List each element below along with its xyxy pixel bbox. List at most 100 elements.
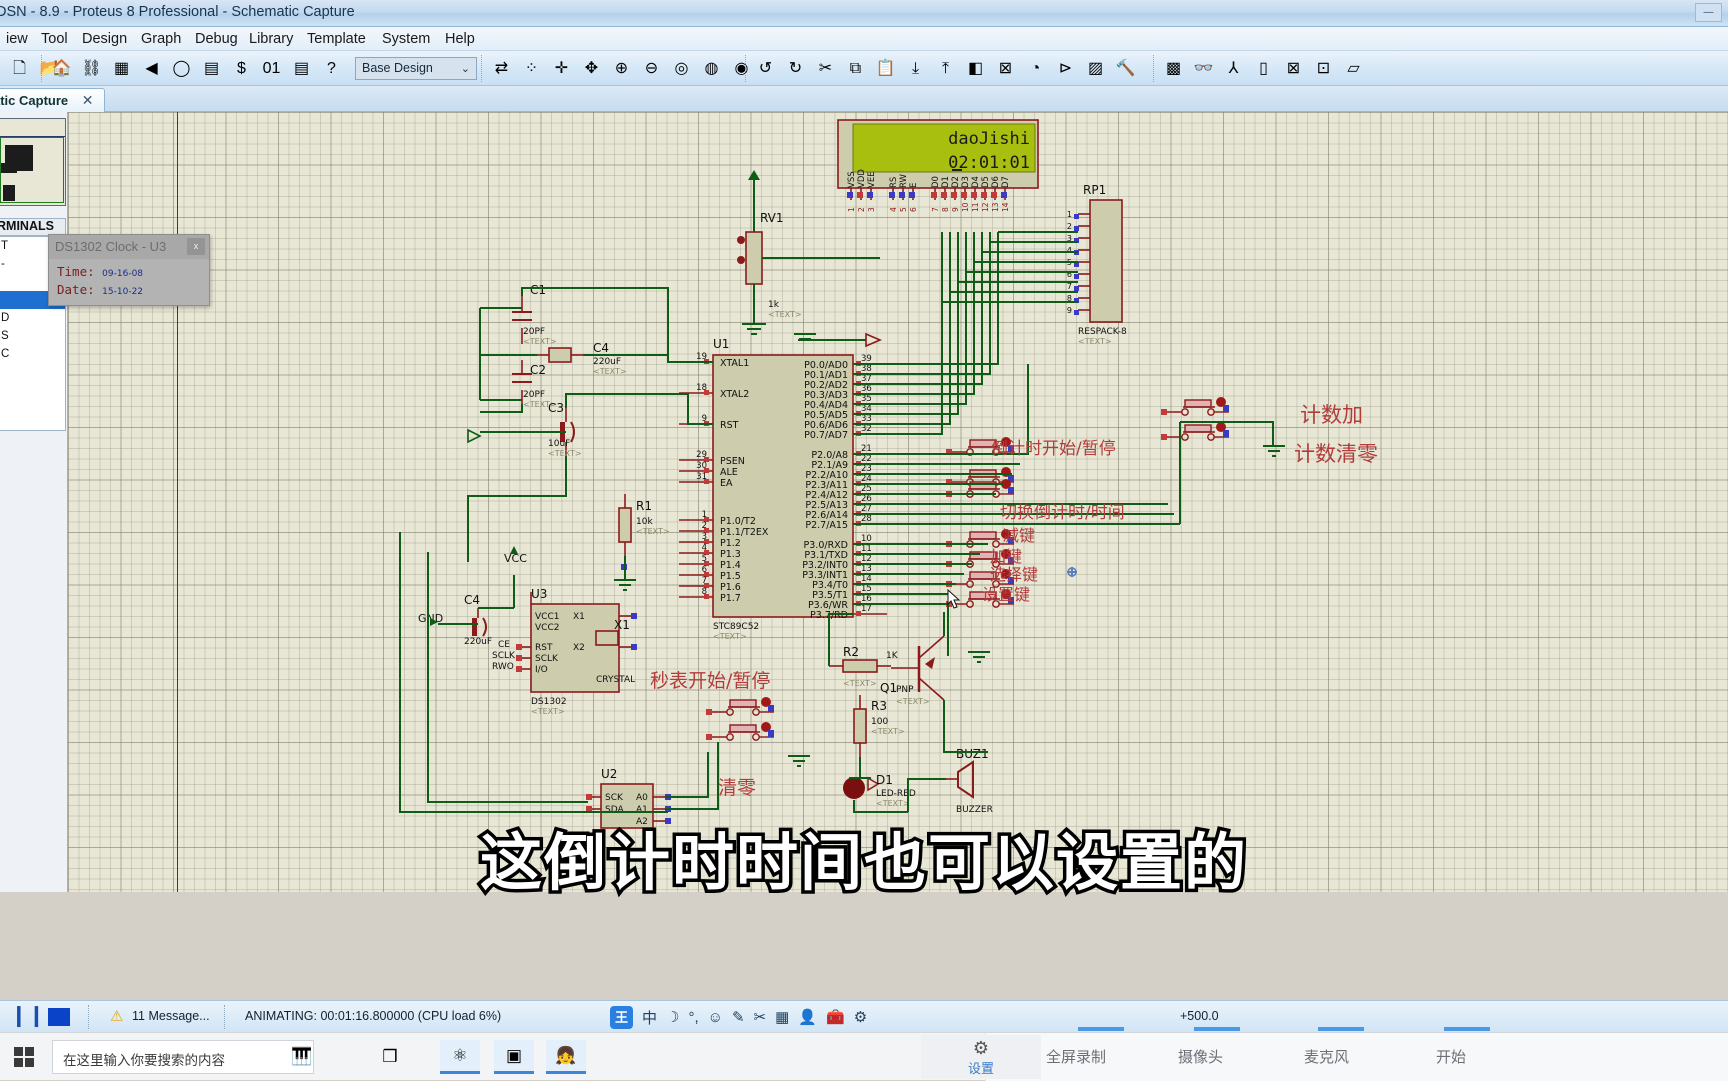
ime-chinese-mode[interactable]: 中	[642, 1007, 657, 1028]
component-r1[interactable]: R1 10k <TEXT>	[614, 494, 670, 591]
make-device-icon[interactable]: ⊳	[1052, 55, 1079, 82]
ime-toolbox-icon[interactable]: 🧰	[826, 1008, 845, 1026]
task-view-icon[interactable]: ❒	[370, 1040, 410, 1074]
push-button[interactable]	[1161, 422, 1229, 441]
close-icon[interactable]: ✕	[82, 92, 94, 108]
undo-icon[interactable]: ↺	[752, 55, 779, 82]
taskbar-search-input[interactable]: 在这里输入你要搜索的内容	[52, 1040, 314, 1074]
overview-preview[interactable]	[0, 118, 66, 206]
app-icon-proteus[interactable]: ⚛	[440, 1040, 480, 1074]
decompose-icon[interactable]: 🔨	[1112, 55, 1139, 82]
ime-emoji-icon[interactable]: ☺	[708, 1009, 723, 1026]
menu-item-system[interactable]: System	[378, 30, 434, 48]
ime-settings-icon[interactable]: ⚙	[854, 1008, 867, 1026]
terminal-item-4[interactable]: D	[0, 309, 65, 327]
menu-item-help[interactable]: Help	[441, 30, 479, 48]
redo-icon[interactable]: ↻	[782, 55, 809, 82]
pause-simulation-button[interactable]: ❙❙	[10, 1005, 45, 1028]
push-button[interactable]	[1161, 397, 1229, 416]
zoom-area-icon[interactable]: ◎	[668, 55, 695, 82]
ime-keyboard-icon[interactable]: ▦	[775, 1008, 789, 1026]
property-assign-icon[interactable]: ⅄	[1220, 55, 1247, 82]
menu-item-tool[interactable]: Tool	[37, 30, 72, 48]
zoom-selection-icon[interactable]: ◉	[728, 55, 755, 82]
minimize-button[interactable]: —	[1695, 3, 1722, 22]
ime-user-icon[interactable]: 👤	[798, 1008, 817, 1026]
component-x1-crystal[interactable]: C4 220uF <TEXT>	[537, 341, 627, 376]
terminal-item-6[interactable]: C	[0, 345, 65, 363]
menu-item-library[interactable]: Library	[245, 30, 297, 48]
menu-item-iew[interactable]: iew	[2, 30, 32, 48]
exit-sheet-icon[interactable]: ⊡	[1310, 55, 1337, 82]
recorder-麦克风[interactable]: 麦克风	[1304, 1046, 1349, 1067]
design-explorer-icon[interactable]: ▱	[1340, 55, 1367, 82]
lcd-module[interactable]: VSS VDD VEE RS RW E D0 D1 D2 D3 D4 D5 D6 D7 123456789…	[837, 119, 1039, 212]
ds1302-clock-window[interactable]: DS1302 Clock - U3 x Time: 09-16-08 Date:…	[48, 234, 210, 306]
component-c3[interactable]: C3 10uF <TEXT>	[548, 401, 582, 458]
report-icon[interactable]: ▤	[288, 55, 315, 82]
schematic-canvas[interactable]: .w { stroke:#0f5c16; stroke-width:2; fil…	[68, 112, 1728, 892]
component-c1[interactable]: C1 20PF <TEXT>	[512, 283, 557, 346]
help-icon[interactable]: ?	[318, 55, 345, 82]
push-button[interactable]	[706, 722, 774, 741]
refresh-icon[interactable]: ⇄	[488, 55, 515, 82]
ime-punctuation-icon[interactable]: °,	[688, 1009, 698, 1026]
copy-icon[interactable]: ⧉	[842, 55, 869, 82]
zoom-out-icon[interactable]: ⊖	[638, 55, 665, 82]
close-icon[interactable]: x	[187, 238, 205, 255]
ime-moon-icon[interactable]: ☽	[666, 1008, 679, 1026]
toggle-grid-icon[interactable]: ⁘	[518, 55, 545, 82]
zoom-all-icon[interactable]: ◍	[698, 55, 725, 82]
new-project-icon[interactable]: 🗋	[6, 55, 33, 82]
wire-label-icon[interactable]: ▩	[1160, 55, 1187, 82]
block-move-icon[interactable]: ⤒	[932, 55, 959, 82]
app-icon-character[interactable]: 👧	[546, 1040, 586, 1074]
menu-item-template[interactable]: Template	[303, 30, 370, 48]
block-delete-icon[interactable]: ⊠	[992, 55, 1019, 82]
app-icon-piano[interactable]: 🎹	[282, 1040, 322, 1074]
zoom-in-icon[interactable]: ⊕	[608, 55, 635, 82]
ime-toolbar[interactable]: 王中 ☽ °, ☺ ✎ ✂ ▦ 👤 🧰 ⚙	[610, 1004, 867, 1030]
component-buz1-buzzer[interactable]: BUZ1 BUZZER	[946, 747, 993, 815]
component-q1-transistor[interactable]: Q1 PNP <TEXT>	[880, 635, 945, 706]
menu-item-design[interactable]: Design	[78, 30, 131, 48]
recorder-全屏录制[interactable]: 全屏录制	[1046, 1046, 1106, 1067]
ime-logo[interactable]: 王	[610, 1005, 633, 1029]
cut-icon[interactable]: ✂	[812, 55, 839, 82]
menu-item-debug[interactable]: Debug	[191, 30, 242, 48]
home-icon[interactable]: 🏠	[48, 55, 75, 82]
back-nav-icon[interactable]: ◀	[138, 55, 165, 82]
source-code-icon[interactable]: ▤	[198, 55, 225, 82]
base-design-dropdown[interactable]: Base Design ⌄	[355, 57, 477, 80]
packaging-tool-icon[interactable]: ▨	[1082, 55, 1109, 82]
recorder-settings-button[interactable]: ⚙ 设置	[921, 1035, 1041, 1079]
recorder-摄像头[interactable]: 摄像头	[1178, 1046, 1223, 1067]
pick-device-icon[interactable]: ◔	[1022, 55, 1049, 82]
stop-simulation-button[interactable]	[48, 1008, 70, 1026]
component-u1-mcu[interactable]: U1 STC89C52 <TEXT> 19XTAL118XTAL29RST29P…	[679, 337, 887, 641]
new-sheet-icon[interactable]: ▯	[1250, 55, 1277, 82]
tab-schematic-capture[interactable]: atic Capture ✕	[0, 88, 105, 112]
origin-icon[interactable]: ✛	[548, 55, 575, 82]
component-c4[interactable]: C4 220uF	[464, 593, 492, 647]
netlist-icon[interactable]: 01	[258, 55, 285, 82]
recorder-开始[interactable]: 开始	[1436, 1046, 1466, 1067]
messages-count[interactable]: 11 Message...	[132, 1009, 210, 1023]
push-button[interactable]	[706, 697, 774, 716]
menu-item-graph[interactable]: Graph	[137, 30, 185, 48]
paste-icon[interactable]: 📋	[872, 55, 899, 82]
pan-icon[interactable]: ✥	[578, 55, 605, 82]
ime-pen-icon[interactable]: ✎	[732, 1008, 745, 1026]
bill-of-materials-icon[interactable]: $	[228, 55, 255, 82]
3d-view-icon[interactable]: ◯	[168, 55, 195, 82]
pcb-layout-icon[interactable]: ▦	[108, 55, 135, 82]
block-rotate-icon[interactable]: ◧	[962, 55, 989, 82]
search-icon[interactable]: 👓	[1190, 55, 1217, 82]
component-rp1[interactable]: RP1 RESPACK-8 <TEXT> 123456789	[1067, 183, 1127, 346]
start-button[interactable]	[0, 1033, 48, 1081]
schematic-capture-icon[interactable]: ⛓	[78, 55, 105, 82]
block-copy-icon[interactable]: ⤓	[902, 55, 929, 82]
terminal-item-5[interactable]: S	[0, 327, 65, 345]
ime-scissors-icon[interactable]: ✂	[754, 1008, 767, 1026]
remove-sheet-icon[interactable]: ⊠	[1280, 55, 1307, 82]
